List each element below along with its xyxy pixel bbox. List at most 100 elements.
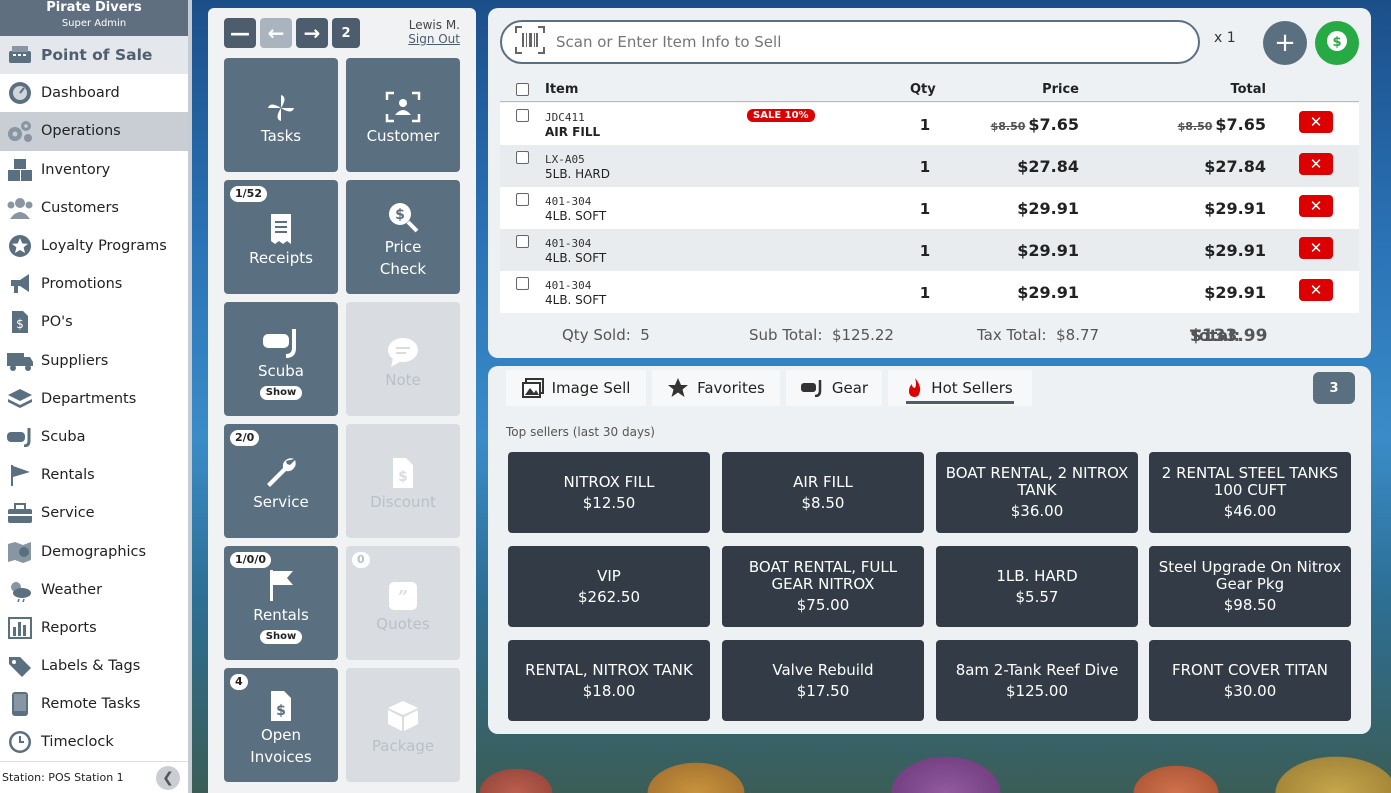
sidebar-item-loyalty-programs[interactable]: Loyalty Programs — [0, 227, 188, 265]
sidebar-item-label: Operations — [41, 123, 121, 140]
remove-item-button[interactable]: ✕ — [1299, 237, 1333, 259]
arrow-left-icon: ← — [267, 21, 285, 45]
collapse-sidebar-button[interactable]: ❮ — [156, 766, 180, 790]
sidebar-item-promotions[interactable]: Promotions — [0, 265, 188, 303]
product-button[interactable]: 1LB. HARD $5.57 — [936, 546, 1138, 627]
item-price[interactable]: $8.50 $7.65 — [991, 115, 1079, 134]
sidebar-item-label: Weather — [41, 581, 103, 598]
product-button[interactable]: VIP $262.50 — [508, 546, 710, 627]
sidebar-item-demographics[interactable]: Demographics — [0, 532, 188, 570]
qty-multiplier[interactable]: x 1 — [1214, 30, 1236, 46]
sign-out-link[interactable]: Sign Out — [408, 32, 460, 46]
product-button[interactable]: BOAT RENTAL, 2 NITROX TANK $36.00 — [936, 452, 1138, 533]
row-checkbox[interactable] — [516, 235, 529, 248]
item-qty[interactable]: 1 — [910, 158, 940, 176]
select-all-checkbox[interactable] — [516, 83, 529, 96]
cart-row[interactable]: 401-304 4LB. SOFT 1 $29.91 $29.91 ✕ — [500, 187, 1359, 229]
scuba-show-badge[interactable]: Show — [259, 386, 303, 400]
sidebar-item-suppliers[interactable]: Suppliers — [0, 342, 188, 380]
price-check-tile[interactable]: $ Price Check — [346, 180, 460, 294]
sidebar-item-scuba[interactable]: Scuba — [0, 418, 188, 456]
tab-gear[interactable]: Gear — [786, 370, 882, 406]
sidebar-item-customers[interactable]: Customers — [0, 189, 188, 227]
sidebar-item-pos[interactable]: $ PO's — [0, 303, 188, 341]
cart-row[interactable]: 401-304 4LB. SOFT 1 $29.91 $29.91 ✕ — [500, 229, 1359, 271]
sidebar-item-reports[interactable]: Reports — [0, 609, 188, 647]
sidebar-item-label: PO's — [41, 314, 73, 331]
item-price[interactable]: $27.84 — [1017, 157, 1079, 176]
product-button[interactable]: AIR FILL $8.50 — [722, 452, 924, 533]
service-tile[interactable]: 2/0 Service — [224, 424, 338, 538]
rentals-show-badge[interactable]: Show — [259, 630, 303, 644]
item-qty[interactable]: 1 — [910, 200, 940, 218]
product-button[interactable]: NITROX FILL $12.50 — [508, 452, 710, 533]
cart-row[interactable]: 401-304 4LB. SOFT 1 $29.91 $29.91 ✕ — [500, 271, 1359, 313]
sidebar-item-labels-tags[interactable]: Labels & Tags — [0, 647, 188, 685]
tax-total: Tax Total: $8.77 — [977, 326, 1100, 344]
sidebar-item-point-of-sale[interactable]: Point of Sale — [0, 36, 188, 75]
sidebar-item-service[interactable]: Service — [0, 494, 188, 532]
sidebar-item-operations[interactable]: Operations — [0, 112, 188, 151]
item-price[interactable]: $29.91 — [1017, 241, 1079, 260]
rentals-tile[interactable]: 1/0/0 Rentals Show — [224, 546, 338, 660]
sidebar-item-weather[interactable]: Weather — [0, 571, 188, 609]
sidebar-item-label: Service — [41, 505, 95, 522]
row-checkbox[interactable] — [516, 151, 529, 164]
receipts-tile[interactable]: 1/52 Receipts — [224, 180, 338, 294]
package-tile[interactable]: Package — [346, 668, 460, 782]
product-button[interactable]: BOAT RENTAL, FULL GEAR NITROX $75.00 — [722, 546, 924, 627]
forward-button[interactable]: → — [296, 18, 328, 48]
back-button[interactable]: ← — [260, 18, 292, 48]
users-icon — [6, 195, 34, 221]
sidebar-item-inventory[interactable]: Inventory — [0, 151, 188, 189]
item-qty[interactable]: 1 — [910, 242, 940, 260]
sidebar-item-remote-tasks[interactable]: Remote Tasks — [0, 685, 188, 723]
sidebar-item-timeclock[interactable]: Timeclock — [0, 723, 188, 761]
sidebar-item-rentals[interactable]: Rentals — [0, 456, 188, 494]
customer-tile[interactable]: Customer — [346, 58, 460, 172]
sidebar-item-label: Rentals — [41, 467, 95, 484]
product-button[interactable]: Valve Rebuild $17.50 — [722, 640, 924, 721]
sidebar-item-label: Dashboard — [41, 85, 120, 102]
remove-item-button[interactable]: ✕ — [1299, 153, 1333, 175]
cart-row[interactable]: JDC411 AIR FILL SALE 10% 1 $8.50 $7.65 $8… — [500, 103, 1359, 145]
scuba-tile[interactable]: Scuba Show — [224, 302, 338, 416]
pay-button[interactable]: $ — [1315, 21, 1359, 65]
remove-item-button[interactable]: ✕ — [1299, 111, 1333, 133]
open-invoices-tile[interactable]: 4 $ Open Invoices — [224, 668, 338, 782]
sidebar-item-departments[interactable]: Departments — [0, 380, 188, 418]
tasks-tile[interactable]: Tasks — [224, 58, 338, 172]
product-button[interactable]: FRONT COVER TITAN $30.00 — [1149, 640, 1351, 721]
product-button[interactable]: RENTAL, NITROX TANK $18.00 — [508, 640, 710, 721]
remove-item-button[interactable]: ✕ — [1299, 279, 1333, 301]
quotes-tile[interactable]: 0 ” Quotes — [346, 546, 460, 660]
tab-image-sell[interactable]: Image Sell — [506, 370, 646, 406]
product-button[interactable]: 8am 2-Tank Reef Dive $125.00 — [936, 640, 1138, 721]
item-qty[interactable]: 1 — [910, 116, 940, 134]
item-qty[interactable]: 1 — [910, 284, 940, 302]
remove-item-button[interactable]: ✕ — [1299, 195, 1333, 217]
discount-tile[interactable]: $ Discount — [346, 424, 460, 538]
row-checkbox[interactable] — [516, 193, 529, 206]
product-button[interactable]: 2 RENTAL STEEL TANKS 100 CUFT $46.00 — [1149, 452, 1351, 533]
scan-input[interactable] — [556, 33, 1156, 51]
minus-button[interactable]: — — [224, 18, 256, 48]
row-checkbox[interactable] — [516, 277, 529, 290]
register-icon — [6, 42, 34, 68]
tile-label: Open Invoices — [250, 726, 312, 766]
product-name: 1LB. HARD — [996, 566, 1078, 585]
product-button[interactable]: Steel Upgrade On Nitrox Gear Pkg $98.50 — [1149, 546, 1351, 627]
page-button[interactable]: 3 — [1313, 372, 1355, 404]
tab-favorites[interactable]: Favorites — [652, 370, 780, 406]
quote-icon: ” — [388, 571, 418, 611]
add-item-button[interactable]: + — [1263, 21, 1307, 65]
cart-count-button[interactable]: 2 — [332, 18, 360, 48]
item-price[interactable]: $29.91 — [1017, 199, 1079, 218]
original-price: $8.50 — [990, 120, 1026, 133]
tablet-icon — [6, 691, 34, 717]
note-tile[interactable]: Note — [346, 302, 460, 416]
row-checkbox[interactable] — [516, 109, 529, 122]
cart-row[interactable]: LX-A05 5LB. HARD 1 $27.84 $27.84 ✕ — [500, 145, 1359, 187]
item-price[interactable]: $29.91 — [1017, 283, 1079, 302]
sidebar-item-dashboard[interactable]: Dashboard — [0, 74, 188, 112]
